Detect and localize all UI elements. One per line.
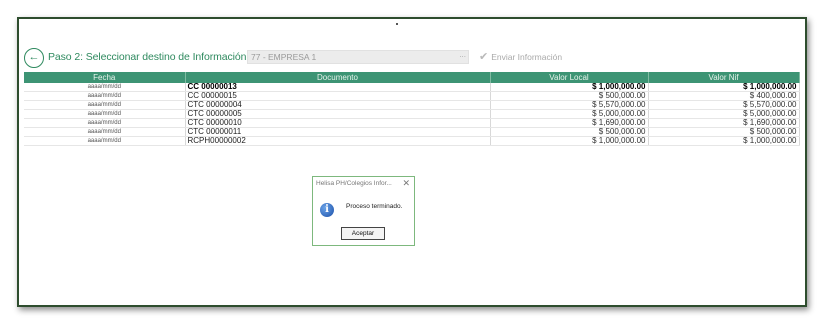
table-header-row: Fecha Documento Valor Local Valor Nif <box>24 72 800 83</box>
send-information-label: Enviar Información <box>491 52 563 62</box>
column-header-fecha[interactable]: Fecha <box>24 72 186 83</box>
window-marker <box>396 23 398 25</box>
column-header-documento[interactable]: Documento <box>185 72 491 83</box>
info-icon: i <box>320 203 334 217</box>
cell-documento: RCPH00000002 <box>185 136 491 146</box>
cell-valor-nif: $ 1,000,000.00 <box>648 83 800 92</box>
cell-documento: CTC 00000010 <box>185 118 491 128</box>
cell-documento: CC 00000015 <box>185 91 491 101</box>
cell-valor-nif: $ 1,690,000.00 <box>648 118 800 128</box>
cell-valor-local: $ 5,000,000.00 <box>490 109 649 119</box>
back-arrow-icon[interactable]: ← <box>24 48 44 68</box>
cell-fecha: aaaa/mm/dd <box>24 100 186 110</box>
column-header-valor-nif[interactable]: Valor Nif <box>648 72 800 83</box>
cell-valor-nif: $ 500,000.00 <box>648 127 800 137</box>
table-row[interactable]: aaaa/mm/dd CTC 00000004 $ 5,570,000.00 $… <box>24 100 800 110</box>
step-label: Paso 2: Seleccionar destino de Informaci… <box>48 51 255 63</box>
dialog-title: Helisa PH/Colegios Infor... <box>316 180 392 187</box>
cell-fecha: aaaa/mm/dd <box>24 109 186 119</box>
table-row[interactable]: aaaa/mm/dd CC 00000013 $ 1,000,000.00 $ … <box>24 83 800 92</box>
process-finished-dialog: Helisa PH/Colegios Infor... ✕ i Proceso … <box>312 176 415 246</box>
table-row[interactable]: aaaa/mm/dd CTC 00000011 $ 500,000.00 $ 5… <box>24 127 800 137</box>
table-row[interactable]: aaaa/mm/dd CTC 00000005 $ 5,000,000.00 $… <box>24 109 800 119</box>
toolbar: ← Paso 2: Seleccionar destino de Informa… <box>24 48 794 70</box>
cell-documento: CTC 00000004 <box>185 100 491 110</box>
cell-fecha: aaaa/mm/dd <box>24 83 186 92</box>
close-icon[interactable]: ✕ <box>402 178 410 189</box>
destination-select-value: 77 - EMPRESA 1 <box>251 52 317 62</box>
cell-valor-local: $ 1,690,000.00 <box>490 118 649 128</box>
table-row[interactable]: aaaa/mm/dd RCPH00000002 $ 1,000,000.00 $… <box>24 136 800 146</box>
cell-valor-local: $ 500,000.00 <box>490 91 649 101</box>
cell-valor-nif: $ 400,000.00 <box>648 91 800 101</box>
cell-documento: CTC 00000011 <box>185 127 491 137</box>
accept-button[interactable]: Aceptar <box>341 227 385 240</box>
cell-fecha: aaaa/mm/dd <box>24 136 186 146</box>
app-window: ← Paso 2: Seleccionar destino de Informa… <box>17 17 807 307</box>
check-icon: ✔ <box>479 51 489 63</box>
cell-valor-nif: $ 5,570,000.00 <box>648 100 800 110</box>
cell-documento: CC 00000013 <box>185 83 491 92</box>
cell-valor-local: $ 1,000,000.00 <box>490 136 649 146</box>
cell-valor-local: $ 5,570,000.00 <box>490 100 649 110</box>
cell-fecha: aaaa/mm/dd <box>24 127 186 137</box>
cell-fecha: aaaa/mm/dd <box>24 91 186 101</box>
select-more-icon[interactable]: ... <box>459 49 466 61</box>
cell-valor-local: $ 500,000.00 <box>490 127 649 137</box>
cell-valor-nif: $ 1,000,000.00 <box>648 136 800 146</box>
table-row[interactable]: aaaa/mm/dd CTC 00000010 $ 1,690,000.00 $… <box>24 118 800 128</box>
table-row[interactable]: aaaa/mm/dd CC 00000015 $ 500,000.00 $ 40… <box>24 91 800 101</box>
cell-documento: CTC 00000005 <box>185 109 491 119</box>
column-header-valor-local[interactable]: Valor Local <box>490 72 649 83</box>
destination-select[interactable]: 77 - EMPRESA 1 ... <box>247 50 469 64</box>
documents-table: Fecha Documento Valor Local Valor Nif aa… <box>24 72 800 146</box>
cell-fecha: aaaa/mm/dd <box>24 118 186 128</box>
send-information-button[interactable]: ✔ Enviar Información <box>479 50 562 63</box>
cell-valor-local: $ 1,000,000.00 <box>490 83 649 92</box>
dialog-message: Proceso terminado. <box>346 203 403 210</box>
cell-valor-nif: $ 5,000,000.00 <box>648 109 800 119</box>
